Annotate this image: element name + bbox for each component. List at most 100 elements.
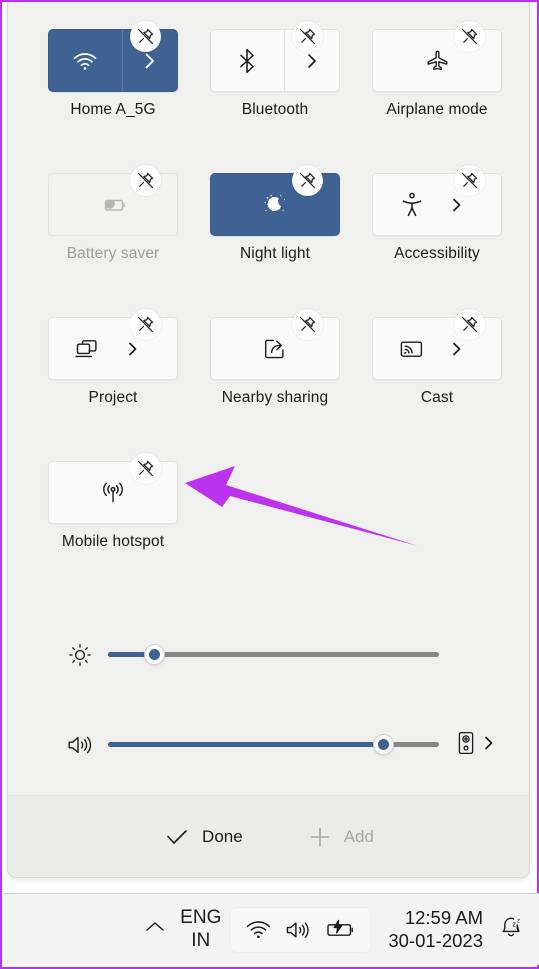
tile-button-airplane-mode[interactable] [372,21,502,92]
tile-bluetooth[interactable]: Bluetooth [210,21,372,164]
tile-button-mobile-hotspot[interactable] [48,453,178,524]
tile-toggle-wifi[interactable] [49,30,122,91]
add-label: Add [343,826,374,846]
unpin-icon [298,315,317,334]
done-button[interactable]: Done [155,820,253,854]
chevron-right-icon [451,339,463,359]
clock-time: 12:59 AM [404,906,483,928]
tile-wifi[interactable]: Home A_5G [48,21,210,164]
tile-button-cast[interactable] [372,309,502,380]
tile-night-light[interactable]: Night light [210,165,372,308]
chevron-right-icon [306,51,318,71]
tile-label-battery-saver: Battery saver [66,245,160,262]
svg-text:z: z [512,920,516,929]
cast-icon [399,338,425,360]
night-light-icon [261,193,289,217]
tile-label-wifi: Home A_5G [70,101,156,118]
unpin-icon [298,27,317,46]
tile-button-accessibility[interactable] [372,165,502,236]
brightness-icon [52,643,108,667]
tile-button-bluetooth[interactable] [210,21,340,92]
tile-label-airplane-mode: Airplane mode [386,101,488,118]
project-icon [75,338,101,360]
accessibility-icon [400,192,424,218]
tile-button-project[interactable] [48,309,178,380]
unpin-button-night-light[interactable] [292,165,323,196]
language-primary: ENG [180,907,222,929]
volume-slider-row [8,725,529,765]
system-tray-quick-settings-button[interactable] [231,907,371,952]
notification-center-button[interactable]: z z [495,914,529,945]
unpin-button-nearby-sharing[interactable] [292,309,323,340]
chevron-right-icon[interactable] [483,733,495,758]
unpin-button-accessibility[interactable] [454,165,485,196]
brightness-slider-thumb[interactable] [144,644,166,665]
unpin-button-mobile-hotspot[interactable] [130,453,161,484]
tile-icon-wrap-accessibility [373,174,451,235]
unpin-icon [136,315,155,334]
brightness-slider-row [8,635,529,675]
tile-label-cast: Cast [420,389,454,406]
tile-button-wifi[interactable] [48,21,178,92]
tile-icon-wrap-cast [373,318,451,379]
unpin-icon [136,171,155,190]
quick-settings-panel: Home A_5G Bluetooth Airplane mode Batter… [7,2,530,878]
tile-label-mobile-hotspot: Mobile hotspot [61,533,165,550]
tile-battery-saver[interactable]: Battery saver [48,165,210,308]
unpin-icon [460,171,479,190]
unpin-icon [460,27,479,46]
tile-accessibility[interactable]: Accessibility [372,165,529,308]
tile-label-accessibility: Accessibility [394,245,480,262]
tile-nearby-sharing[interactable]: Nearby sharing [210,309,372,452]
brightness-slider[interactable] [108,644,439,665]
unpin-icon [298,171,317,190]
svg-text:z: z [517,917,520,924]
taskbar-overflow-button[interactable] [134,919,176,940]
unpin-button-wifi[interactable] [130,21,161,52]
bluetooth-icon [237,48,257,74]
tile-label-bluetooth: Bluetooth [241,101,309,118]
volume-icon[interactable] [285,919,312,941]
language-secondary: IN [191,929,211,951]
volume-slider[interactable] [108,734,439,755]
taskbar: ENG IN 12:59 AM 30-01-2023 z z [4,893,539,965]
wifi-icon [72,51,98,71]
unpin-icon [136,459,155,478]
bell-dnd-icon: z z [498,914,526,945]
unpin-button-project[interactable] [130,309,161,340]
volume-icon[interactable] [52,733,108,757]
chevron-right-icon [144,51,156,71]
unpin-button-bluetooth[interactable] [292,21,323,52]
chevron-right-icon [127,339,139,359]
unpin-icon [136,27,155,46]
tile-cast[interactable]: Cast [372,309,529,452]
wifi-icon[interactable] [245,919,272,940]
volume-slider-thumb[interactable] [372,734,394,755]
unpin-button-airplane-mode[interactable] [454,21,485,52]
airplane-icon [424,48,450,74]
tile-label-night-light: Night light [239,245,311,262]
tile-project[interactable]: Project [48,309,210,452]
tile-airplane-mode[interactable]: Airplane mode [372,21,529,164]
plus-icon [309,826,331,848]
tile-toggle-bluetooth[interactable] [211,30,284,91]
battery-saver-icon [98,195,128,215]
add-button[interactable]: Add [299,820,384,854]
language-indicator[interactable]: ENG IN [180,907,221,951]
tile-button-battery-saver[interactable] [48,165,178,236]
tile-button-nearby-sharing[interactable] [210,309,340,380]
chevron-right-icon [451,195,463,215]
audio-output-selector[interactable] [457,731,495,760]
done-label: Done [202,826,243,846]
unpin-button-cast[interactable] [454,309,485,340]
volume-slider-fill [108,742,383,747]
taskbar-clock[interactable]: 12:59 AM 30-01-2023 [388,907,483,952]
audio-output-icon[interactable] [457,731,475,760]
unpin-button-battery-saver[interactable] [130,165,161,196]
tile-mobile-hotspot[interactable]: Mobile hotspot [48,453,210,596]
quick-settings-tile-grid: Home A_5G Bluetooth Airplane mode Batter… [8,21,529,596]
clock-date: 30-01-2023 [388,929,483,951]
tile-button-night-light[interactable] [210,165,340,236]
battery-charging-icon[interactable] [325,919,356,941]
unpin-icon [460,315,479,334]
